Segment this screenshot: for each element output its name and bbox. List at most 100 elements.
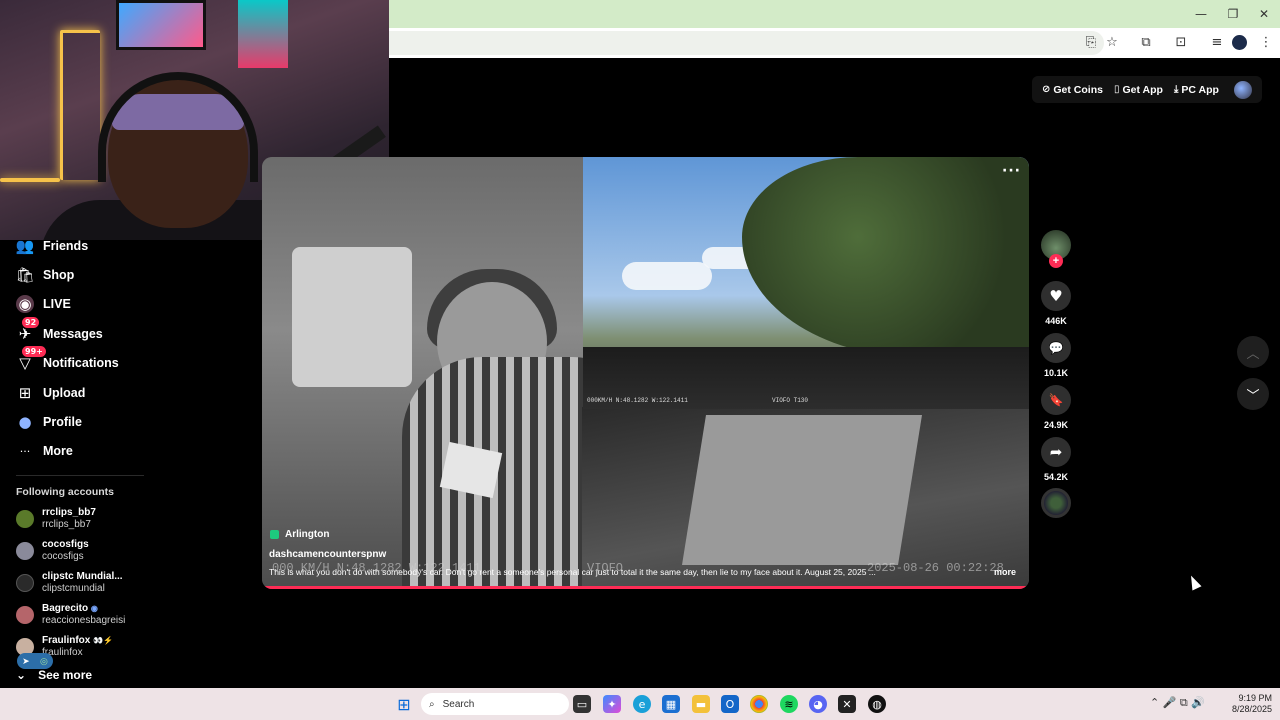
sidebar-item-live[interactable]: ◉ LIVE	[16, 293, 71, 315]
browser-titlebar: — ❐ ✕	[389, 0, 1280, 28]
account-username: clipstcmundial	[42, 583, 105, 594]
upload-icon: ⊞	[18, 384, 32, 402]
user-avatar[interactable]	[1234, 81, 1252, 99]
comment-count: 10.1K	[1043, 368, 1069, 378]
sidebar-item-shop[interactable]: 🛍 Shop	[15, 264, 74, 286]
account-username: reaccionesbagreisi	[42, 615, 126, 626]
rear-window	[292, 247, 412, 387]
previous-video-button[interactable]: ︿	[1237, 336, 1269, 368]
sidebar-item-upload[interactable]: ⊞ Upload	[16, 382, 86, 404]
verified-icon: ◉	[90, 604, 98, 613]
share-button[interactable]: ➦	[1041, 437, 1071, 467]
extensions-icon[interactable]: ⧉	[1137, 34, 1155, 52]
taskbar-search[interactable]: ⌕ Search	[421, 693, 569, 715]
account-name: cocosfigs	[42, 539, 89, 550]
music-disc[interactable]	[1041, 488, 1071, 518]
terminal-icon[interactable]: ✕	[838, 695, 856, 713]
sidebar-item-messages[interactable]: ✈ 92 Messages	[16, 317, 103, 345]
shop-icon: 🛍	[15, 266, 35, 284]
sidebar-item-label: LIVE	[43, 297, 71, 311]
status-icon: ◎	[39, 655, 48, 666]
store-icon[interactable]: ▦	[662, 695, 680, 713]
browser-profile-avatar[interactable]	[1232, 35, 1247, 50]
more-icon: ···	[19, 444, 31, 458]
like-count: 446K	[1045, 316, 1067, 326]
chrome-icon[interactable]	[750, 695, 768, 713]
task-view-icon[interactable]: ▭	[573, 695, 591, 713]
video-caption: This is what you don't do with somebody'…	[269, 567, 876, 577]
address-bar[interactable]	[389, 31, 1104, 55]
sidebar-item-label: Notifications	[43, 356, 119, 370]
search-placeholder: Search	[442, 698, 475, 710]
minimize-button[interactable]: —	[1186, 4, 1216, 24]
account-name-text: Bagrecito	[42, 603, 89, 614]
see-more-button[interactable]: ⌄ See more	[16, 668, 92, 682]
video-player[interactable]: 000KM/H N:48.1282 W:122.1411 VIOFO T130 …	[262, 157, 1029, 589]
live-icon: ◉	[16, 295, 34, 313]
windows-start-icon[interactable]: ⊞	[395, 695, 413, 714]
heart-icon: ♥	[1049, 287, 1063, 305]
account-avatar	[16, 574, 34, 592]
close-button[interactable]: ✕	[1249, 4, 1279, 24]
chevron-down-icon: ﹀	[1246, 388, 1260, 404]
browser-menu-icon[interactable]: ⋮	[1257, 34, 1275, 52]
spotify-icon[interactable]: ≋	[780, 695, 798, 713]
sidebar-item-notifications[interactable]: ▽ 99+ Notifications	[16, 346, 119, 374]
sidebar-item-label: Profile	[43, 415, 82, 429]
floating-widget[interactable]: ➤ ◎	[17, 653, 53, 669]
messages-badge: 92	[22, 317, 40, 328]
account-avatar	[16, 606, 34, 624]
follow-plus-icon[interactable]: +	[1049, 254, 1063, 268]
sidebar-divider	[16, 475, 144, 476]
taskbar-clock[interactable]: 9:19 PM 8/28/2025	[1222, 693, 1272, 715]
video-author[interactable]: dashcamencounterspnw	[269, 549, 386, 560]
save-button[interactable]: 🔖	[1041, 385, 1071, 415]
comment-icon: 💬	[1048, 341, 1064, 355]
video-progress-bar[interactable]	[262, 586, 1029, 589]
account-name: clipstc Mundial...	[42, 571, 123, 582]
following-account[interactable]: cocosfigs cocosfigs	[16, 537, 89, 565]
like-button[interactable]: ♥	[1041, 281, 1071, 311]
sidebar-item-profile[interactable]: ● Profile	[16, 411, 82, 433]
get-app-button[interactable]: ▯ Get App	[1114, 84, 1163, 96]
system-tray-icons[interactable]: ⌃ 🎤 ⧉ 🔊	[1150, 696, 1205, 710]
account-username: fraulinfox	[42, 647, 83, 658]
location-icon	[270, 530, 279, 539]
download-icon: ⤓	[1173, 84, 1179, 95]
file-explorer-icon[interactable]: ▬	[692, 695, 710, 713]
following-account[interactable]: Bagrecito ◉ reaccionesbagreisi	[16, 601, 125, 629]
share-icon: ➦	[1049, 443, 1063, 461]
maximize-button[interactable]: ❐	[1218, 4, 1248, 24]
friends-icon: 👥	[15, 237, 35, 255]
media-controls-icon[interactable]: ≡	[1208, 34, 1226, 52]
notifications-badge: 99+	[22, 346, 46, 357]
cast-icon[interactable]: ⊡	[1172, 34, 1190, 52]
wall-tv	[116, 0, 206, 50]
obs-icon[interactable]: ◍	[868, 695, 886, 713]
discord-icon[interactable]: ◕	[809, 695, 827, 713]
bookmark-star-icon[interactable]: ☆	[1103, 34, 1121, 52]
video-options-icon[interactable]: ···	[1002, 163, 1021, 179]
sidebar-item-label: Messages	[43, 327, 103, 341]
caption-more-link[interactable]: more	[994, 567, 1016, 577]
next-video-button[interactable]: ﹀	[1237, 378, 1269, 410]
sidebar-item-more[interactable]: ··· More	[16, 440, 73, 462]
location-label: Arlington	[285, 529, 330, 540]
comment-button[interactable]: 💬	[1041, 333, 1071, 363]
phone-icon: ▯	[1113, 84, 1120, 95]
copilot-icon[interactable]: ✦	[603, 695, 621, 713]
browser-toolbar: ⎘ ☆ ⧉ ⊡ ≡ ⋮	[389, 28, 1280, 58]
following-account[interactable]: clipstc Mundial... clipstcmundial	[16, 569, 123, 597]
following-account[interactable]: rrclips_bb7 rrclips_bb7	[16, 505, 96, 533]
sidebar-item-label: Upload	[43, 386, 86, 400]
sidebar-item-label: Friends	[43, 239, 89, 253]
pc-app-button[interactable]: ⤓ PC App	[1174, 84, 1219, 96]
arrow-icon: ➤	[22, 655, 30, 666]
outlook-icon[interactable]: O	[721, 695, 739, 713]
location-tag[interactable]: Arlington	[270, 529, 329, 540]
install-app-icon[interactable]: ⎘	[1082, 34, 1100, 52]
sidebar-item-friends[interactable]: 👥 Friends	[15, 235, 89, 257]
get-coins-button[interactable]: ⊘ Get Coins	[1042, 84, 1103, 96]
account-name: Fraulinfox 👀⚡	[42, 635, 113, 647]
edge-icon[interactable]: e	[633, 695, 651, 713]
